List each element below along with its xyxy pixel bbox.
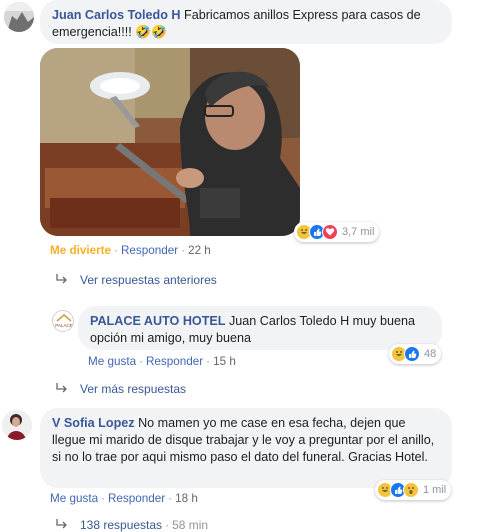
avatar[interactable] xyxy=(2,410,32,440)
comment-time[interactable]: 22 h xyxy=(188,244,211,257)
reactions-count: 1 mil xyxy=(423,484,447,496)
reply-button[interactable]: Responder xyxy=(146,355,203,368)
reply-button[interactable]: Responder xyxy=(108,492,165,505)
comment-actions: Me gusta · Responder · 18 h xyxy=(50,492,198,505)
reactions-summary[interactable]: 48 xyxy=(389,344,442,364)
reaction-button[interactable]: Me divierte xyxy=(50,244,111,257)
comment-author[interactable]: V Sofia Lopez xyxy=(52,416,135,430)
like-button[interactable]: Me gusta xyxy=(88,355,136,368)
view-more-replies-label: Ver más respuestas xyxy=(80,382,187,396)
comment-author[interactable]: Juan Carlos Toledo H xyxy=(52,8,181,22)
avatar[interactable]: PALACE xyxy=(52,310,74,332)
like-reaction-icon xyxy=(404,346,420,362)
like-button[interactable]: Me gusta xyxy=(50,492,98,505)
separator-dot: · xyxy=(165,518,170,532)
comment-bubble: V Sofia Lopez No mamen yo me case en esa… xyxy=(40,408,452,488)
comment-bubble: Juan Carlos Toledo H Fabricamos anillos … xyxy=(40,0,452,44)
love-reaction-icon xyxy=(322,224,338,240)
view-replies[interactable]: 138 respuestas · 58 min xyxy=(56,518,208,532)
view-more-replies[interactable]: Ver más respuestas xyxy=(56,382,186,396)
reactions-count: 3,7 mil xyxy=(342,226,375,238)
comment-photo[interactable] xyxy=(40,48,300,236)
reply-arrow-icon xyxy=(56,382,68,396)
comment-actions: Me divierte · Responder · 22 h xyxy=(50,244,211,257)
reactions-summary[interactable]: 1 mil xyxy=(375,480,452,500)
reactions-summary[interactable]: 3,7 mil xyxy=(294,222,380,242)
comment-actions: Me gusta · Responder · 15 h xyxy=(88,355,236,368)
reactions-count: 48 xyxy=(424,348,437,360)
reply-button[interactable]: Responder xyxy=(121,244,178,257)
comment-bubble: PALACE AUTO HOTEL Juan Carlos Toledo H m… xyxy=(78,306,442,350)
avatar-text: PALACE xyxy=(55,323,72,328)
avatar[interactable] xyxy=(4,2,34,32)
reply-arrow-icon xyxy=(56,518,68,532)
wow-reaction-icon xyxy=(403,482,419,498)
comment-time[interactable]: 15 h xyxy=(213,355,236,368)
view-previous-replies-label: Ver respuestas anteriores xyxy=(80,273,217,287)
replies-count-label: 138 respuestas xyxy=(80,518,163,532)
comment-time[interactable]: 18 h xyxy=(175,492,198,505)
replies-time: 58 min xyxy=(172,518,209,532)
view-previous-replies[interactable]: Ver respuestas anteriores xyxy=(56,273,217,287)
comment-author[interactable]: PALACE AUTO HOTEL xyxy=(90,314,226,328)
reply-arrow-icon xyxy=(56,273,68,287)
